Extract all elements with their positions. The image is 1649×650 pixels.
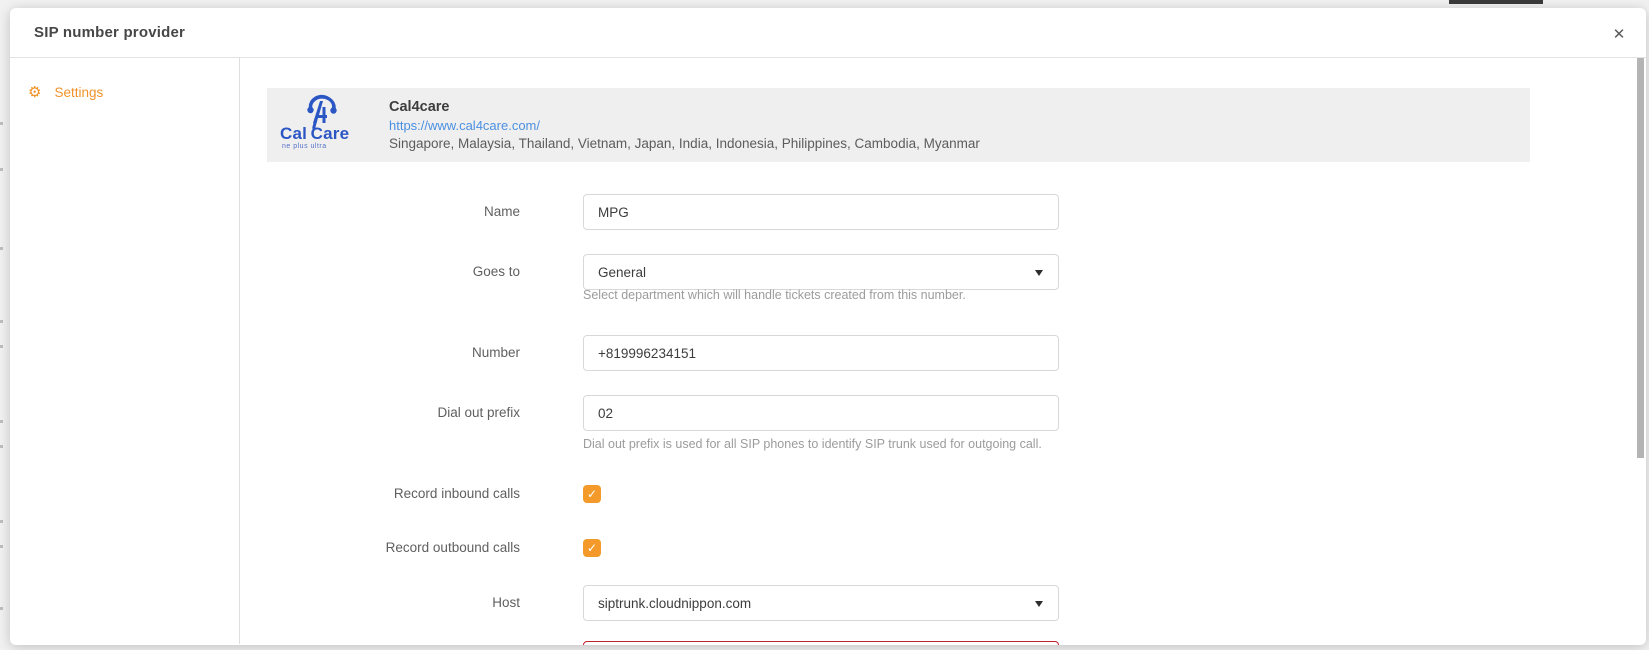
dialog-body: ⚙ Settings Cal Care ne plus ultr bbox=[10, 58, 1646, 644]
goes-to-select[interactable]: General bbox=[583, 254, 1059, 290]
gear-icon: ⚙ bbox=[28, 85, 41, 100]
host-value: siptrunk.cloudnippon.com bbox=[598, 596, 751, 611]
provider-url-link[interactable]: https://www.cal4care.com/ bbox=[389, 118, 980, 133]
background-dark-bar bbox=[1449, 0, 1543, 4]
provider-info: Cal4care https://www.cal4care.com/ Singa… bbox=[389, 99, 980, 151]
record-outbound-checkbox[interactable]: ✓ bbox=[583, 539, 601, 557]
page-behind-artifact bbox=[0, 545, 3, 548]
page-behind-artifact bbox=[0, 345, 3, 348]
name-label: Name bbox=[240, 194, 520, 230]
page-behind-artifact bbox=[0, 520, 3, 523]
dial-out-prefix-helper: Dial out prefix is used for all SIP phon… bbox=[583, 437, 1042, 451]
page-behind-artifact bbox=[0, 122, 3, 125]
goes-to-value: General bbox=[598, 265, 646, 280]
dialog-title: SIP number provider bbox=[34, 24, 185, 41]
check-icon: ✓ bbox=[587, 542, 597, 554]
cal4care-logo: Cal Care ne plus ultra bbox=[277, 93, 363, 157]
close-icon[interactable]: ✕ bbox=[1606, 21, 1632, 47]
name-input[interactable] bbox=[583, 194, 1059, 230]
provider-name: Cal4care bbox=[389, 99, 980, 115]
record-inbound-label: Record inbound calls bbox=[240, 485, 520, 503]
sidebar-item-settings[interactable]: ⚙ Settings bbox=[10, 80, 239, 105]
record-inbound-checkbox[interactable]: ✓ bbox=[583, 485, 601, 503]
number-label: Number bbox=[240, 335, 520, 371]
goes-to-label: Goes to bbox=[240, 254, 520, 290]
dial-out-prefix-label: Dial out prefix bbox=[240, 395, 520, 431]
dialog-header: SIP number provider ✕ bbox=[10, 8, 1646, 58]
page-behind-artifact bbox=[0, 445, 3, 448]
settings-panel: Cal Care ne plus ultra Cal4care https://… bbox=[240, 58, 1646, 644]
sidebar-item-label: Settings bbox=[54, 85, 103, 100]
page-behind-artifact bbox=[0, 247, 3, 250]
host-label: Host bbox=[240, 585, 520, 621]
vertical-scrollbar[interactable] bbox=[1637, 58, 1644, 458]
check-icon: ✓ bbox=[587, 488, 597, 500]
provider-banner: Cal Care ne plus ultra Cal4care https://… bbox=[267, 88, 1530, 162]
caret-down-icon bbox=[1035, 270, 1043, 276]
page-behind-artifact bbox=[0, 420, 3, 423]
number-input[interactable] bbox=[583, 335, 1059, 371]
dial-out-prefix-input[interactable] bbox=[583, 395, 1059, 431]
provider-countries: Singapore, Malaysia, Thailand, Vietnam, … bbox=[389, 136, 980, 151]
host-select[interactable]: siptrunk.cloudnippon.com bbox=[583, 585, 1059, 621]
goes-to-helper: Select department which will handle tick… bbox=[583, 288, 966, 302]
error-field-partial[interactable] bbox=[583, 641, 1059, 645]
dialog-sidebar: ⚙ Settings bbox=[10, 58, 240, 644]
record-outbound-label: Record outbound calls bbox=[240, 539, 520, 557]
logo-tagline: ne plus ultra bbox=[282, 143, 327, 150]
sip-number-provider-dialog: SIP number provider ✕ ⚙ Settings bbox=[10, 8, 1646, 645]
page-behind-artifact bbox=[0, 320, 3, 323]
page-behind-artifact bbox=[0, 607, 3, 610]
phone-handset-icon bbox=[299, 93, 341, 127]
caret-down-icon bbox=[1035, 601, 1043, 607]
page-behind-artifact bbox=[0, 168, 3, 171]
